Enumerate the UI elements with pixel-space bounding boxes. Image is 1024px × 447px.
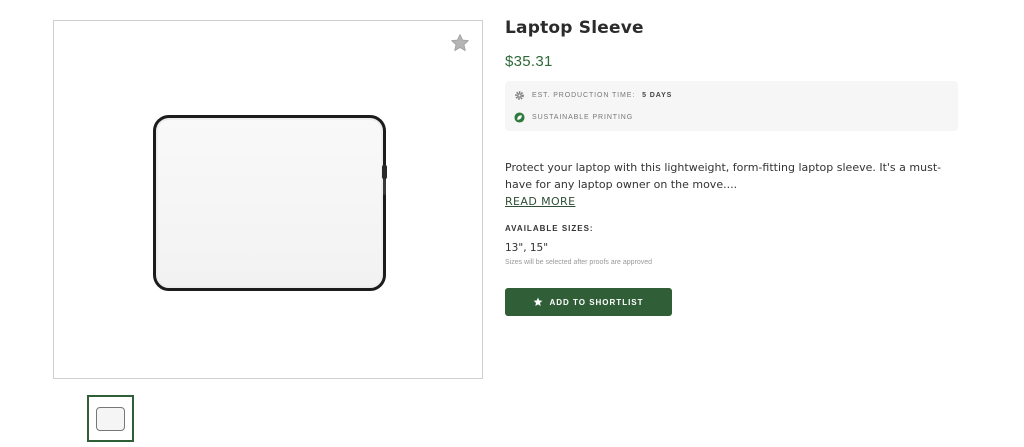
available-sizes-heading: AVAILABLE SIZES: xyxy=(505,224,594,233)
production-time-row: Est. production time: 5 days xyxy=(514,89,672,101)
thumbnail-sleeve-image xyxy=(96,407,125,431)
favorite-star-icon[interactable] xyxy=(450,33,470,53)
product-page: Laptop Sleeve $35.31 Est. production tim… xyxy=(0,0,1024,447)
star-icon xyxy=(534,297,543,306)
product-thumbnail[interactable] xyxy=(87,395,134,442)
add-to-shortlist-button[interactable]: ADD TO SHORTLIST xyxy=(505,288,672,316)
read-more-link[interactable]: READ MORE xyxy=(505,195,575,208)
sizes-note: Sizes will be selected after proofs are … xyxy=(505,259,653,266)
gear-icon xyxy=(515,90,524,100)
product-price: $35.31 xyxy=(505,53,553,70)
sustainable-label: Sustainable printing xyxy=(532,113,634,121)
production-time-value: 5 days xyxy=(642,91,673,99)
zipper-pull-icon xyxy=(382,165,387,195)
sustainable-row: Sustainable printing xyxy=(514,111,633,123)
available-sizes-value: 13", 15" xyxy=(505,242,549,254)
product-title: Laptop Sleeve xyxy=(505,18,644,38)
product-description: Protect your laptop with this lightweigh… xyxy=(505,161,942,191)
laptop-sleeve-image xyxy=(153,115,386,291)
leaf-icon xyxy=(514,111,525,123)
production-time-label: Est. production time: xyxy=(532,91,636,99)
production-info-box: Est. production time: 5 days Sustainable… xyxy=(505,81,958,131)
add-to-shortlist-label: ADD TO SHORTLIST xyxy=(549,297,644,307)
product-image-frame xyxy=(53,20,483,379)
